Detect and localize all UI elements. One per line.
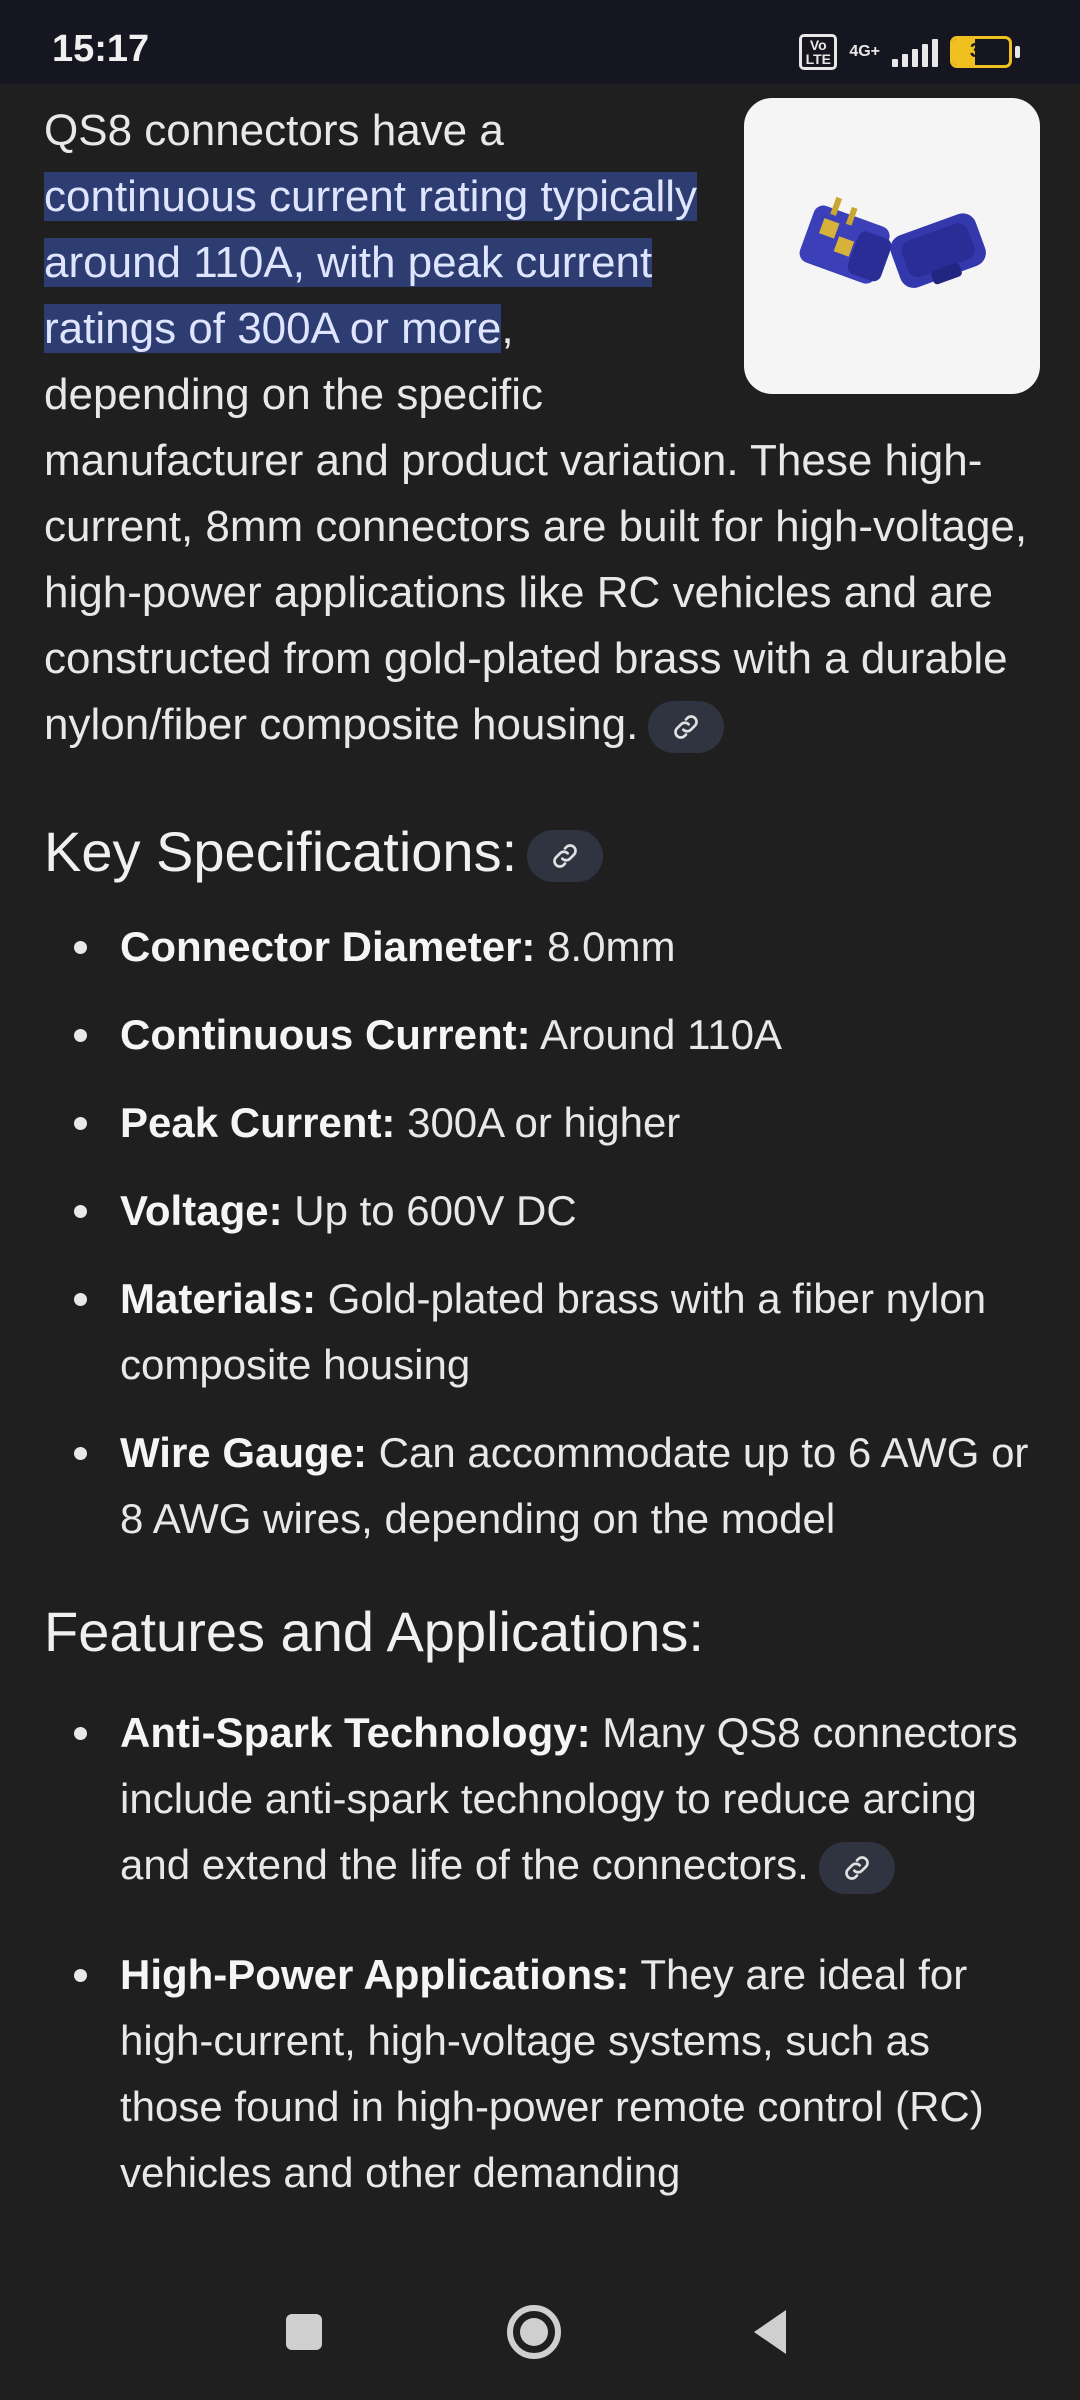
status-icons: Vo LTE 4G+ 39 bbox=[799, 34, 1020, 70]
list-item: Anti-Spark Technology: Many QS8 connecto… bbox=[44, 1700, 1040, 1898]
volte-icon: Vo LTE bbox=[799, 34, 838, 70]
back-button[interactable] bbox=[746, 2306, 794, 2358]
spec-label: Wire Gauge: bbox=[120, 1429, 367, 1476]
list-item: Voltage: Up to 600V DC bbox=[44, 1178, 1040, 1244]
spec-label: Connector Diameter: bbox=[120, 923, 536, 970]
list-item: Continuous Current: Around 110A bbox=[44, 1002, 1040, 1068]
status-time: 15:17 bbox=[52, 28, 150, 70]
status-bar: 15:17 Vo LTE 4G+ 39 bbox=[0, 0, 1080, 84]
spec-label: Materials: bbox=[120, 1275, 317, 1322]
qs8-connector-picture bbox=[799, 196, 986, 288]
link-icon bbox=[844, 1856, 869, 1880]
feature-label: Anti-Spark Technology: bbox=[120, 1709, 591, 1756]
list-item: Wire Gauge: Can accommodate up to 6 AWG … bbox=[44, 1420, 1040, 1552]
features-list: Anti-Spark Technology: Many QS8 connecto… bbox=[44, 1700, 1040, 2206]
intro-text-start: QS8 connectors have a bbox=[44, 106, 504, 155]
feature-link-chip[interactable] bbox=[818, 1841, 895, 1894]
spec-value: Around 110A bbox=[530, 1011, 783, 1058]
battery-icon: 39 bbox=[950, 36, 1020, 68]
recent-apps-button[interactable] bbox=[280, 2308, 328, 2356]
spec-label: Continuous Current: bbox=[120, 1011, 531, 1058]
signal-icon bbox=[892, 37, 938, 67]
battery-percent: 39 bbox=[969, 40, 993, 62]
link-icon bbox=[674, 715, 699, 740]
highlighted-text[interactable]: continuous current rating typically arou… bbox=[44, 172, 697, 353]
connector-image[interactable] bbox=[744, 98, 1040, 394]
key-specifications-heading: Key Specifications: bbox=[44, 812, 1040, 892]
list-item: Connector Diameter: 8.0mm bbox=[44, 914, 1040, 980]
navigation-bar bbox=[0, 2264, 1080, 2400]
network-type-label: 4G+ bbox=[849, 43, 880, 60]
spec-value: 300A or higher bbox=[395, 1099, 681, 1146]
answer-content[interactable]: QS8 connectors have a continuous current… bbox=[44, 84, 1040, 2264]
features-heading: Features and Applications: bbox=[44, 1600, 704, 1663]
specs-link-chip[interactable] bbox=[527, 830, 604, 883]
link-icon bbox=[553, 844, 577, 869]
key-specifications-title: Key Specifications: bbox=[44, 820, 518, 883]
spec-value: Up to 600V DC bbox=[282, 1187, 577, 1234]
list-item: Peak Current: 300A or higher bbox=[44, 1090, 1040, 1156]
source-link-chip[interactable] bbox=[648, 701, 725, 754]
spec-label: Peak Current: bbox=[120, 1099, 396, 1146]
specifications-list: Connector Diameter: 8.0mm Continuous Cur… bbox=[44, 914, 1040, 1552]
list-item: High-Power Applications: They are ideal … bbox=[44, 1942, 1040, 2206]
list-item: Materials: Gold-plated brass with a fibe… bbox=[44, 1266, 1040, 1398]
feature-label: High-Power Applications: bbox=[120, 1951, 630, 1998]
home-button[interactable] bbox=[504, 2302, 564, 2362]
spec-value: 8.0mm bbox=[535, 923, 676, 970]
spec-label: Voltage: bbox=[120, 1187, 283, 1234]
